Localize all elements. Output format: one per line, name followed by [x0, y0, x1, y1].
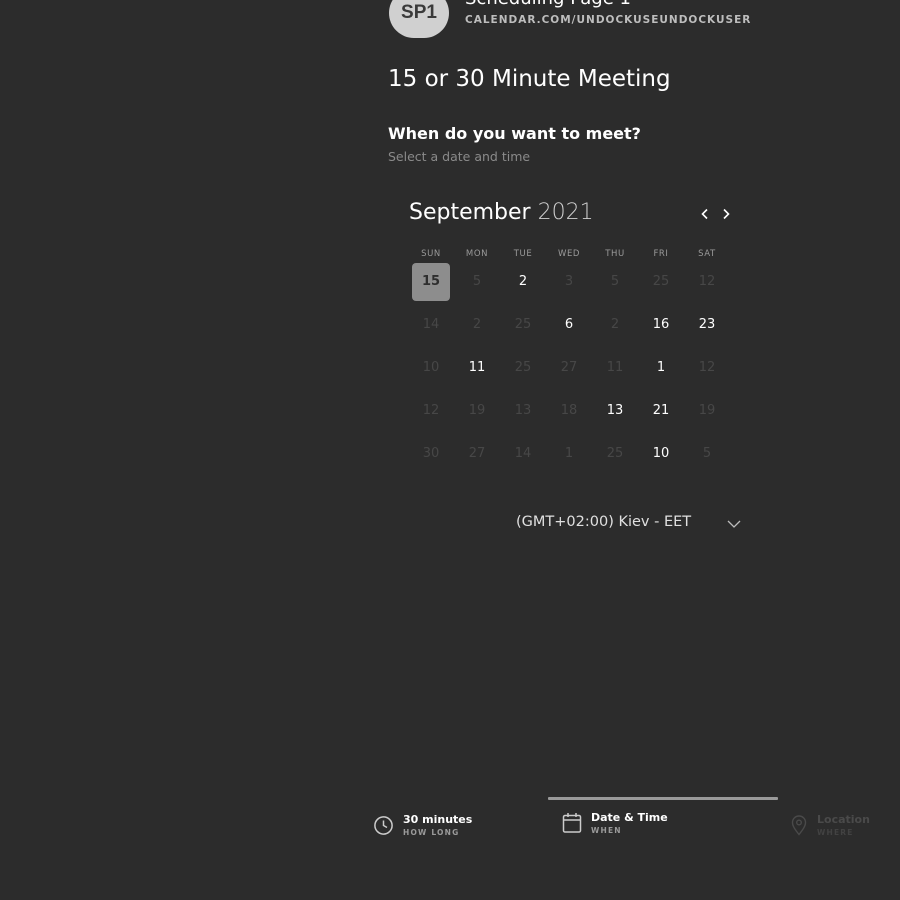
- meeting-question: When do you want to meet?: [388, 124, 641, 143]
- calendar-icon: [562, 813, 582, 833]
- calendar-day: 25: [514, 317, 532, 332]
- step-duration-sub: HOW LONG: [403, 828, 460, 837]
- calendar-day-selected[interactable]: 15: [412, 263, 450, 301]
- calendar-day: 19: [468, 403, 486, 418]
- step-date-time-sub: WHEN: [591, 826, 622, 835]
- calendar-day: 25: [606, 446, 624, 461]
- calendar-day: 1: [564, 446, 574, 461]
- calendar-day: 25: [652, 274, 670, 289]
- calendar-day: 19: [698, 403, 716, 418]
- calendar-month-label: September 2021: [409, 200, 594, 225]
- meeting-instruction: Select a date and time: [388, 149, 531, 164]
- calendar-day[interactable]: 23: [688, 306, 726, 344]
- calendar-day[interactable]: 11: [458, 349, 496, 387]
- location-pin-icon: [791, 815, 807, 836]
- calendar-day: 27: [560, 360, 578, 375]
- step-duration[interactable]: 30 minutes HOW LONG: [373, 813, 472, 837]
- calendar-day: 3: [564, 274, 574, 289]
- calendar-day: 2: [610, 317, 620, 332]
- chevron-down-icon[interactable]: [726, 517, 742, 531]
- chevron-left-icon: [701, 208, 708, 220]
- step-location[interactable]: Location WHERE: [790, 813, 870, 837]
- weekday-fri: FRI: [653, 249, 669, 259]
- next-month-button[interactable]: [716, 203, 736, 225]
- calendar-day: 14: [422, 317, 440, 332]
- calendar-day: 5: [472, 274, 482, 289]
- calendar-day[interactable]: 13: [596, 392, 634, 430]
- weekday-sat: SAT: [698, 249, 716, 259]
- clock-icon: [374, 815, 393, 835]
- avatar: SP1: [389, 0, 449, 38]
- calendar-day: 10: [422, 360, 440, 375]
- calendar-day: 12: [698, 360, 716, 375]
- calendar-day: 5: [702, 446, 712, 461]
- calendar-day: 12: [698, 274, 716, 289]
- calendar-day: 2: [472, 317, 482, 332]
- calendar-month: September: [409, 200, 531, 225]
- timezone-select[interactable]: (GMT+02:00) Kiev - EET: [516, 514, 691, 530]
- active-step-indicator: [548, 797, 778, 800]
- step-location-label: Location: [817, 813, 870, 826]
- calendar-day: 5: [610, 274, 620, 289]
- step-date-time-label: Date & Time: [591, 811, 668, 824]
- meeting-title: 15 or 30 Minute Meeting: [388, 66, 671, 92]
- scheduling-page-name: Scheduling Page 1: [465, 0, 631, 9]
- weekday-tue: TUE: [513, 249, 533, 259]
- step-date-time[interactable]: Date & Time WHEN: [562, 811, 668, 835]
- previous-month-button[interactable]: [695, 203, 715, 225]
- calendar-day[interactable]: 21: [642, 392, 680, 430]
- calendar-day[interactable]: 2: [504, 263, 542, 301]
- calendar-day: 30: [422, 446, 440, 461]
- calendar-day: 13: [514, 403, 532, 418]
- scheduling-page-url[interactable]: CALENDAR.COM/UNDOCKUSEUNDOCKUSER: [465, 14, 751, 26]
- calendar-day: 12: [422, 403, 440, 418]
- calendar-day: 25: [514, 360, 532, 375]
- calendar-day[interactable]: 6: [550, 306, 588, 344]
- chevron-right-icon: [723, 208, 730, 220]
- calendar-day: 18: [560, 403, 578, 418]
- weekday-thu: THU: [605, 249, 625, 259]
- calendar-year: 2021: [537, 200, 594, 225]
- calendar-day[interactable]: 1: [642, 349, 680, 387]
- step-location-sub: WHERE: [817, 828, 854, 837]
- calendar-day: 14: [514, 446, 532, 461]
- weekday-sun: SUN: [421, 249, 441, 259]
- calendar-day: 27: [468, 446, 486, 461]
- calendar-day: 11: [606, 360, 624, 375]
- step-duration-label: 30 minutes: [403, 813, 473, 826]
- weekday-mon: MON: [465, 249, 489, 259]
- calendar-day[interactable]: 10: [642, 435, 680, 473]
- calendar-day[interactable]: 16: [642, 306, 680, 344]
- weekday-wed: WED: [557, 249, 581, 259]
